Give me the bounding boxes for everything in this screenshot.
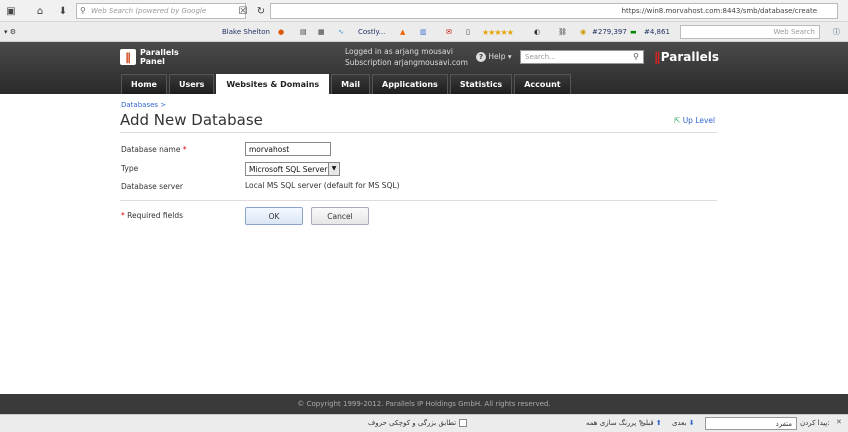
home-icon[interactable]: ⌂ — [33, 4, 47, 18]
required-marker: * — [182, 145, 187, 154]
address-bar[interactable]: https://win8.morvahost.com:8443/smb/data… — [270, 3, 838, 19]
local-rank: #4,861 — [644, 28, 670, 36]
download-icon[interactable]: ⬇ — [56, 4, 70, 18]
divider — [120, 132, 717, 133]
reload-icon[interactable]: ↻ — [254, 4, 268, 18]
mail-icon[interactable]: ✉ — [446, 25, 452, 39]
find-next-button[interactable]: بعدی ⬇ — [672, 419, 695, 427]
wave-icon[interactable]: ∿ — [338, 25, 344, 39]
parallels-brand-logo: || Parallels — [654, 50, 719, 64]
find-bar: تطابق بزرگی و کوچکی حروف پررنگ سازی همه … — [0, 414, 848, 432]
page-title: Add New Database — [120, 111, 263, 129]
match-case-checkbox[interactable] — [459, 419, 468, 427]
alexa-rank: #279,397 — [592, 28, 627, 36]
db-server-label: Database server — [121, 182, 183, 191]
arrow-down-icon: ⬇ — [688, 419, 695, 427]
logged-in-as[interactable]: Logged in as arjang mousavi — [345, 46, 468, 57]
browser-toolbar: ▾ ⚙ Blake Shelton ● ▤ ▦ ∿ Costly... ▲ ▥ … — [0, 22, 848, 42]
search-icon: ⚲ — [80, 6, 86, 15]
tab-mail[interactable]: Mail — [331, 74, 371, 94]
browser-nav-bar: ▣ ⌂ ⬇ ⚲ Web Search (powered by Google ☒ … — [0, 0, 848, 22]
copyright: © Copyright 1999-2012. Parallels IP Hold… — [297, 400, 551, 408]
menu-icon[interactable]: ▣ — [4, 4, 18, 18]
tab-users[interactable]: Users — [168, 74, 215, 94]
find-prev-button[interactable]: قبلی ⬆ — [640, 419, 662, 427]
logo-icon: ∥ — [120, 49, 136, 65]
url-text: https://win8.morvahost.com:8443/smb/data… — [621, 7, 817, 15]
subscription[interactable]: Subscription arjangmousavi.com — [345, 57, 468, 68]
user-info: Logged in as arjang mousavi Subscription… — [345, 46, 468, 68]
footer: © Copyright 1999-2012. Parallels IP Hold… — [0, 394, 848, 414]
shield-icon[interactable]: ◐ — [534, 25, 540, 39]
toolbar-costly-link[interactable]: Costly... — [358, 25, 385, 39]
link-icon[interactable]: ⛓ — [558, 25, 567, 39]
note-icon[interactable]: ▤ — [300, 25, 307, 39]
page-icon[interactable]: ▥ — [420, 25, 427, 39]
toolbar-search-input[interactable]: Web Search — [680, 25, 820, 39]
required-fields-note: * Required fields — [121, 211, 183, 220]
main-content: Databases > Add New Database ⇱ Up Level … — [0, 94, 848, 394]
close-icon[interactable]: ☒ — [236, 4, 250, 18]
up-level-link[interactable]: ⇱ Up Level — [674, 116, 715, 125]
divider — [120, 200, 717, 201]
match-case-option[interactable]: تطابق بزرگی و کوچکی حروف — [368, 419, 468, 427]
web-search-input[interactable]: ⚲ Web Search (powered by Google — [76, 3, 246, 19]
find-label: پیدا کردن: — [800, 419, 830, 427]
db-type-select[interactable]: Microsoft SQL Server ▼ — [245, 162, 340, 176]
search-icon[interactable]: ⚲ — [633, 52, 639, 61]
toolbar-blake-link[interactable]: Blake Shelton — [222, 25, 270, 39]
db-server-value: Local MS SQL server (default for MS SQL) — [245, 181, 400, 190]
tab-websites-domains[interactable]: Websites & Domains — [216, 74, 330, 94]
bookmark-icon[interactable]: ▯ — [466, 25, 470, 39]
find-input[interactable]: متفرد — [705, 417, 797, 430]
type-label: Type — [121, 164, 139, 173]
panel-header: ∥ Parallels Panel Logged in as arjang mo… — [0, 42, 848, 94]
globe-icon[interactable]: ◉ — [580, 25, 586, 39]
tab-statistics[interactable]: Statistics — [449, 74, 513, 94]
panel-search-input[interactable]: Search... ⚲ — [520, 50, 644, 64]
ok-button[interactable]: OK — [245, 207, 303, 225]
main-tabs: Home Users Websites & Domains Mail Appli… — [121, 74, 571, 94]
help-menu[interactable]: ? Help ▾ — [476, 52, 512, 62]
breadcrumb[interactable]: Databases > — [121, 101, 166, 109]
highlight-all-button[interactable]: پررنگ سازی همه ✎ — [586, 419, 644, 427]
rating-icon[interactable]: ★★★★★ — [482, 25, 514, 39]
tab-applications[interactable]: Applications — [372, 74, 448, 94]
arrow-up-icon: ⬆ — [655, 419, 662, 427]
settings-icon[interactable]: ▾ ⚙ — [4, 25, 16, 39]
parallels-panel-logo[interactable]: ∥ Parallels Panel — [120, 48, 179, 66]
up-arrow-icon: ⇱ — [674, 116, 681, 125]
parallels-bars-icon: || — [654, 50, 661, 64]
flag-icon: ▬ — [630, 28, 637, 36]
tab-home[interactable]: Home — [121, 74, 167, 94]
fire-icon[interactable]: ▲ — [400, 25, 405, 39]
db-name-label: Database name * — [121, 145, 187, 154]
document-icon[interactable]: ▦ — [318, 25, 325, 39]
chevron-down-icon[interactable]: ▼ — [328, 163, 339, 175]
info-icon[interactable]: ⓘ — [833, 25, 840, 39]
help-icon: ? — [476, 52, 486, 62]
db-name-input[interactable]: morvahost — [245, 142, 331, 156]
pin-icon[interactable]: ● — [278, 25, 284, 39]
cancel-button[interactable]: Cancel — [311, 207, 369, 225]
close-icon[interactable]: ✕ — [836, 418, 842, 426]
tab-account[interactable]: Account — [514, 74, 571, 94]
